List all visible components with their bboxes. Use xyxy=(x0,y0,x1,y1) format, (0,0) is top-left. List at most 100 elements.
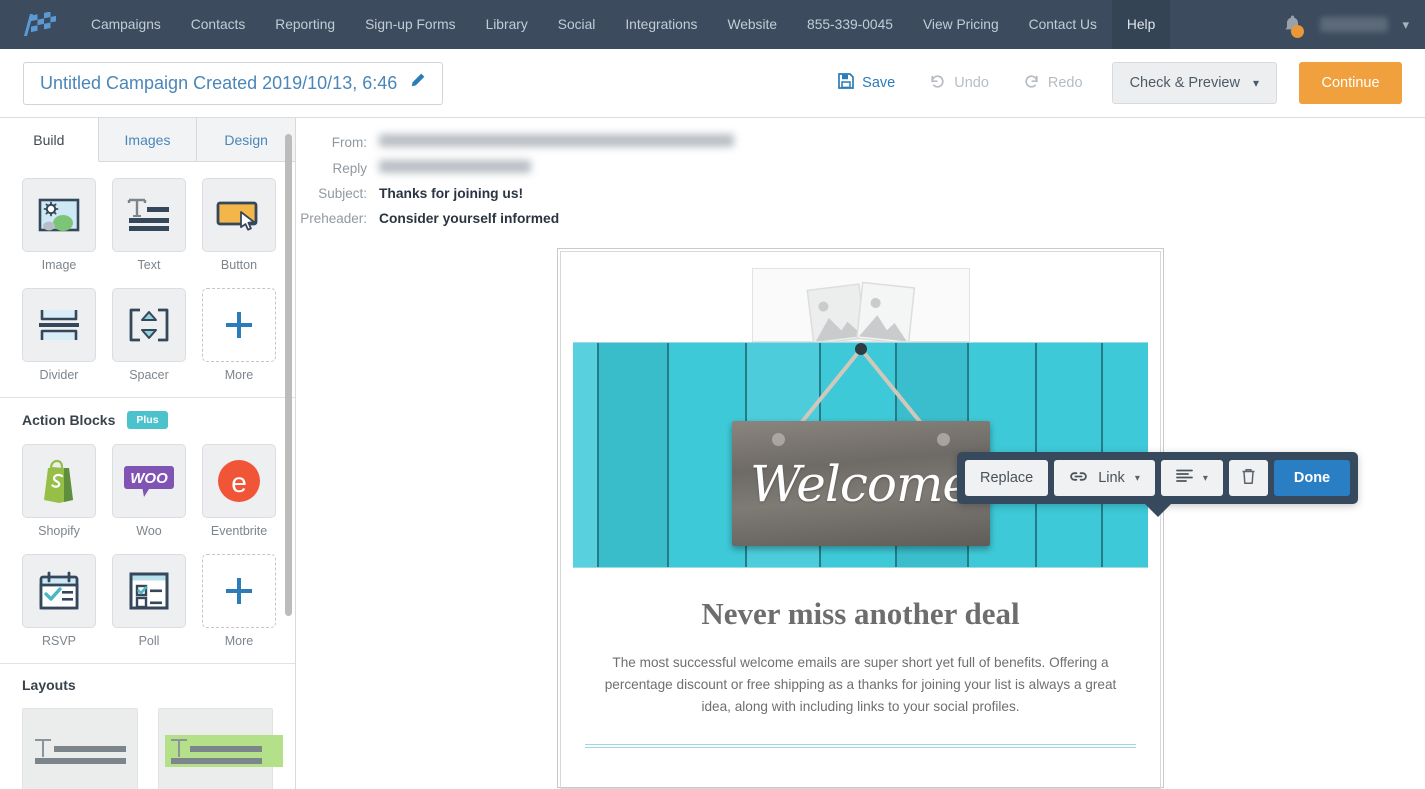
welcome-sign-text: Welcome xyxy=(749,454,972,513)
block-text[interactable]: Text xyxy=(112,178,186,272)
nav-label: Campaigns xyxy=(91,17,161,32)
nav-item-library[interactable]: Library xyxy=(471,0,543,49)
preheader-value[interactable]: Consider yourself informed xyxy=(379,211,559,226)
builder-sidebar: Build Images Design Image Text Button Di… xyxy=(0,118,296,789)
block-rsvp[interactable]: RSVP xyxy=(22,554,96,648)
plus-badge: Plus xyxy=(127,411,168,429)
block-divider[interactable]: Divider xyxy=(22,288,96,382)
tab-build[interactable]: Build xyxy=(0,118,99,162)
basic-blocks-row-1: Image Text Button xyxy=(0,178,295,272)
link-label: Link xyxy=(1098,470,1125,486)
redo-button[interactable]: Redo xyxy=(1006,63,1100,103)
pencil-icon[interactable] xyxy=(409,72,426,94)
replace-button[interactable]: Replace xyxy=(965,460,1049,496)
svg-text:WOO: WOO xyxy=(130,470,168,487)
done-label: Done xyxy=(1293,470,1331,486)
nav-label: Reporting xyxy=(275,17,336,32)
block-more-action[interactable]: More xyxy=(202,554,276,648)
block-label: More xyxy=(224,368,254,382)
image-placeholder-icon[interactable] xyxy=(751,268,970,342)
trash-icon xyxy=(1241,468,1256,489)
layouts-header: Layouts xyxy=(0,663,295,704)
checkered-flag-logo[interactable] xyxy=(0,0,76,49)
image-edit-toolbar: Replace Link ▾ ▾ Done xyxy=(957,452,1359,504)
save-button[interactable]: Save xyxy=(821,63,912,103)
plus-icon xyxy=(202,288,276,362)
nav-item-help[interactable]: Help xyxy=(1111,0,1171,49)
campaign-title-field[interactable]: Untitled Campaign Created 2019/10/13, 6:… xyxy=(23,61,444,105)
nav-item-campaigns[interactable]: Campaigns xyxy=(76,0,176,49)
nav-label: Contacts xyxy=(190,17,246,32)
undo-button[interactable]: Undo xyxy=(912,63,1006,103)
nav-item-website[interactable]: Website xyxy=(712,0,792,49)
delete-button[interactable] xyxy=(1228,460,1268,496)
block-shopify[interactable]: Shopify xyxy=(22,444,96,538)
email-divider[interactable] xyxy=(585,744,1136,749)
block-label: Woo xyxy=(136,524,162,538)
tab-images[interactable]: Images xyxy=(98,118,198,161)
text-block-icon xyxy=(112,178,186,252)
undo-arrow-icon xyxy=(929,73,946,94)
campaign-actions: Save Undo Redo Check & Preview ▾ Continu… xyxy=(821,62,1402,104)
block-image[interactable]: Image xyxy=(22,178,96,272)
align-button[interactable]: ▾ xyxy=(1160,460,1223,496)
redo-arrow-icon xyxy=(1023,73,1040,94)
subject-label: Subject: xyxy=(318,186,367,201)
chevron-down-icon: ▾ xyxy=(1134,472,1140,484)
notification-bell-icon[interactable] xyxy=(1265,0,1316,49)
eventbrite-icon: e xyxy=(202,444,276,518)
nav-item-integrations[interactable]: Integrations xyxy=(610,0,712,49)
nav-label: Sign-up Forms xyxy=(365,17,456,32)
nav-item-contact-us[interactable]: Contact Us xyxy=(1014,0,1112,49)
nav-item-view-pricing[interactable]: View Pricing xyxy=(908,0,1014,49)
subject-value[interactable]: Thanks for joining us! xyxy=(379,186,523,201)
reply-label: Reply xyxy=(332,161,367,176)
block-eventbrite[interactable]: e Eventbrite xyxy=(202,444,276,538)
nav-label: Help xyxy=(1126,17,1156,32)
from-value-redacted[interactable] xyxy=(379,134,734,147)
email-body-text[interactable]: The most successful welcome emails are s… xyxy=(594,652,1128,718)
nav-item-signup-forms[interactable]: Sign-up Forms xyxy=(350,0,470,49)
tab-design[interactable]: Design xyxy=(197,118,296,161)
block-button[interactable]: Button xyxy=(202,178,276,272)
email-preview-frame: Welcome Never miss another deal The most… xyxy=(557,248,1164,789)
reply-value-redacted[interactable] xyxy=(379,160,531,173)
tab-label: Design xyxy=(224,131,268,148)
account-menu[interactable]: ▾ xyxy=(1316,0,1425,49)
link-button[interactable]: Link ▾ xyxy=(1054,460,1155,496)
nav-item-reporting[interactable]: Reporting xyxy=(260,0,350,49)
chevron-down-icon: ▾ xyxy=(1202,472,1208,484)
nav-item-contacts[interactable]: Contacts xyxy=(176,0,260,49)
main-area: Build Images Design Image Text Button Di… xyxy=(0,118,1425,789)
block-label: More xyxy=(224,634,254,648)
continue-button[interactable]: Continue xyxy=(1299,62,1402,104)
plus-icon xyxy=(202,554,276,628)
done-button[interactable]: Done xyxy=(1273,460,1351,496)
nav-item-social[interactable]: Social xyxy=(543,0,611,49)
layout-text-highlight[interactable] xyxy=(157,708,283,789)
nav-item-phone-number[interactable]: 855-339-0045 xyxy=(792,0,908,49)
woocommerce-icon: WOO xyxy=(112,444,186,518)
check-and-preview-label: Check & Preview xyxy=(1129,75,1240,91)
block-woo[interactable]: WOO Woo xyxy=(112,444,186,538)
sidebar-scrollbar[interactable] xyxy=(285,134,292,616)
block-label: Poll xyxy=(138,634,160,648)
replace-label: Replace xyxy=(980,470,1034,486)
meta-row-preheader: Preheader: Consider yourself informed xyxy=(296,211,1425,226)
nav-label: Website xyxy=(727,17,778,32)
floppy-disk-icon xyxy=(838,73,855,93)
block-spacer[interactable]: Spacer xyxy=(112,288,186,382)
layout-text-plain[interactable] xyxy=(22,708,138,789)
block-label: Divider xyxy=(39,368,79,382)
email-headline[interactable]: Never miss another deal xyxy=(561,596,1160,632)
nav-right-cluster: ▾ xyxy=(1265,0,1425,49)
email-metadata: From: Reply Subject: Thanks for joining … xyxy=(296,118,1425,226)
block-more-basic[interactable]: More xyxy=(202,288,276,382)
shopify-icon xyxy=(22,444,96,518)
email-body: Welcome Never miss another deal The most… xyxy=(560,251,1161,789)
block-label: Shopify xyxy=(38,524,80,538)
block-poll[interactable]: Poll xyxy=(112,554,186,648)
check-and-preview-button[interactable]: Check & Preview ▾ xyxy=(1111,62,1277,104)
action-blocks-title: Action Blocks xyxy=(22,412,116,428)
continue-label: Continue xyxy=(1321,75,1380,91)
